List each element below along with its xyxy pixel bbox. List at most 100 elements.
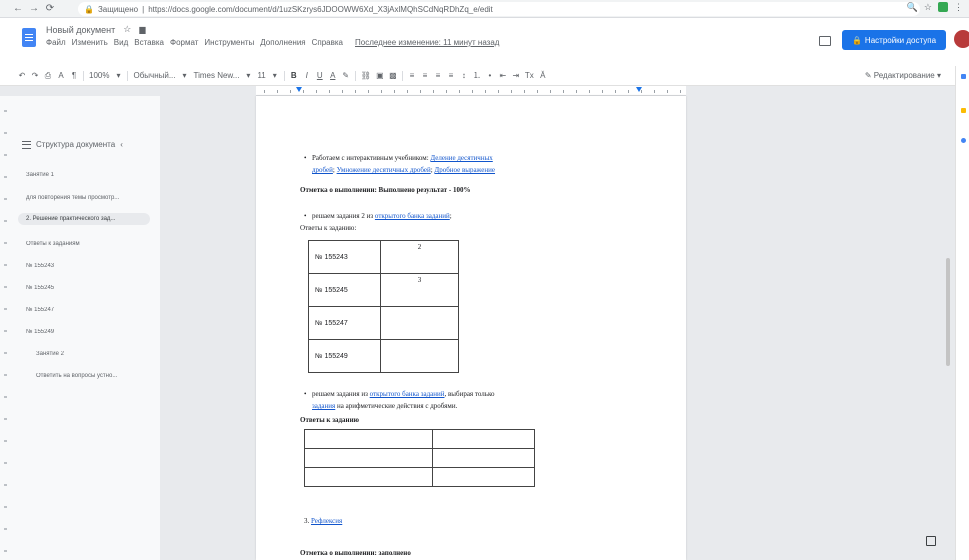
scrollbar-thumb[interactable] <box>946 258 950 366</box>
outline-icon[interactable] <box>22 140 31 149</box>
star-icon[interactable]: ☆ <box>123 24 131 35</box>
last-edit-link[interactable]: Последнее изменение: 11 минут назад <box>355 38 499 47</box>
tasks-icon[interactable] <box>961 138 966 143</box>
menu-view[interactable]: Вид <box>114 38 128 47</box>
table-cell[interactable] <box>432 467 535 487</box>
chevron-left-icon[interactable]: ‹ <box>120 140 123 149</box>
calendar-icon[interactable] <box>961 74 966 79</box>
document-page[interactable]: Работаем с интерактивным учебником: Деле… <box>256 96 686 560</box>
redo-icon[interactable]: ↷ <box>31 71 39 80</box>
highlight-icon[interactable]: ✎ <box>342 71 350 80</box>
url-text: https://docs.google.com/document/d/1uzSK… <box>148 4 493 14</box>
text-color-icon[interactable]: A <box>329 71 337 80</box>
menu-file[interactable]: Файл <box>46 38 66 47</box>
table-cell[interactable] <box>432 448 535 468</box>
answer-cell[interactable] <box>380 306 459 340</box>
align-left-icon[interactable]: ≡ <box>408 71 416 80</box>
folder-icon[interactable]: ▆ <box>139 25 145 34</box>
outline-item[interactable]: № 155243 <box>26 263 154 269</box>
style-select[interactable]: Обычный... <box>133 71 175 80</box>
align-justify-icon[interactable]: ≡ <box>447 71 455 80</box>
task-number-cell[interactable]: № 155245 <box>308 273 381 307</box>
doc-link[interactable]: открытого банка заданий <box>375 212 450 220</box>
font-size-select[interactable]: 11 <box>257 71 265 80</box>
document-title[interactable]: Новый документ <box>46 25 115 35</box>
input-tools-icon[interactable]: Ӑ <box>539 71 547 80</box>
bulleted-list-icon[interactable]: • <box>486 71 494 80</box>
docs-logo-icon[interactable] <box>22 28 36 47</box>
comments-icon[interactable] <box>819 36 831 46</box>
reload-icon[interactable]: ⟳ <box>42 3 58 14</box>
zoom-select[interactable]: 100% <box>89 71 109 80</box>
outline-item[interactable]: Ответы к заданиям <box>26 241 154 247</box>
doc-link[interactable]: Деление десятичных <box>430 154 492 162</box>
keep-icon[interactable] <box>961 108 966 113</box>
outline-item[interactable]: Занятие 2 <box>36 351 164 357</box>
indent-marker[interactable] <box>296 87 302 92</box>
back-icon[interactable]: ← <box>10 3 26 14</box>
doc-link[interactable]: открытого банка заданий <box>370 390 445 398</box>
editing-mode-select[interactable]: ✎ Редактирование ▾ <box>865 71 941 80</box>
outline-item[interactable]: Занятие 1 <box>26 172 154 178</box>
align-center-icon[interactable]: ≡ <box>421 71 429 80</box>
doc-link[interactable]: Умножение десятичных дробей <box>337 166 431 174</box>
doc-link[interactable]: Дробное выражение <box>434 166 495 174</box>
reflection-link[interactable]: Рефлексия <box>311 517 342 525</box>
share-button[interactable]: 🔒 Настройки доступа <box>842 30 946 50</box>
table-cell[interactable] <box>304 448 433 468</box>
task-number-cell[interactable]: № 155243 <box>308 240 381 274</box>
task-number-cell[interactable]: № 155247 <box>308 306 381 340</box>
menu-insert[interactable]: Вставка <box>134 38 164 47</box>
menu-icon[interactable]: ⋮ <box>954 2 963 13</box>
comment-add-icon[interactable]: ▣ <box>376 71 384 80</box>
address-bar[interactable]: 🔒 Защищено | https://docs.google.com/doc… <box>78 2 920 16</box>
menu-addons[interactable]: Дополнения <box>260 38 305 47</box>
outline-title: Структура документа <box>36 140 116 149</box>
print-icon[interactable]: ⎙ <box>44 71 52 81</box>
outline-item-active[interactable]: 2. Решение практического зад... <box>18 213 150 225</box>
menu-edit[interactable]: Изменить <box>72 38 108 47</box>
menu-help[interactable]: Справка <box>312 38 343 47</box>
italic-icon[interactable]: I <box>303 71 311 80</box>
align-right-icon[interactable]: ≡ <box>434 71 442 80</box>
extension-icon[interactable] <box>938 2 948 12</box>
answer-cell[interactable] <box>380 339 459 373</box>
forward-icon[interactable]: → <box>26 3 42 14</box>
doc-link[interactable]: дробей <box>312 166 333 174</box>
spellcheck-icon[interactable]: A <box>57 71 65 80</box>
image-icon[interactable]: ▩ <box>389 71 397 80</box>
explore-icon[interactable] <box>926 536 936 546</box>
menu-tools[interactable]: Инструменты <box>204 38 254 47</box>
avatar[interactable] <box>954 30 969 48</box>
table-cell[interactable] <box>304 429 433 449</box>
task-number-cell[interactable]: № 155249 <box>308 339 381 373</box>
outline-item[interactable]: № 155247 <box>26 307 154 313</box>
ruler-tick <box>342 90 343 93</box>
zoom-icon[interactable]: 🔍 <box>907 2 918 13</box>
bookmark-star-icon[interactable]: ☆ <box>924 2 932 13</box>
outline-item[interactable]: № 155249 <box>26 329 154 335</box>
underline-icon[interactable]: U <box>316 71 324 80</box>
font-select[interactable]: Times New... <box>194 71 240 80</box>
doc-link[interactable]: задания <box>312 402 335 410</box>
table-cell[interactable] <box>432 429 535 449</box>
bold-icon[interactable]: B <box>290 71 298 80</box>
clear-format-icon[interactable]: Tx <box>525 71 534 80</box>
decrease-indent-icon[interactable]: ⇤ <box>499 71 507 80</box>
table-cell[interactable] <box>304 467 433 487</box>
answer-cell[interactable]: 3 <box>380 273 459 307</box>
numbered-list-icon[interactable]: ⒈ <box>473 70 481 81</box>
ruler-tick <box>537 90 538 93</box>
answers-label: Ответы к заданию <box>300 416 359 424</box>
increase-indent-icon[interactable]: ⇥ <box>512 71 520 80</box>
answer-cell[interactable]: 2 <box>380 240 459 274</box>
paint-format-icon[interactable]: ¶ <box>70 71 78 80</box>
link-icon[interactable]: ⛓ <box>361 71 371 80</box>
outline-item[interactable]: для повторения темы просмотр... <box>26 195 154 201</box>
outline-item[interactable]: № 155245 <box>26 285 154 291</box>
undo-icon[interactable]: ↶ <box>18 71 26 80</box>
line-spacing-icon[interactable]: ↕ <box>460 71 468 80</box>
outline-item[interactable]: Ответить на вопросы устно... <box>36 373 164 379</box>
ruler-tick <box>563 90 564 93</box>
menu-format[interactable]: Формат <box>170 38 198 47</box>
